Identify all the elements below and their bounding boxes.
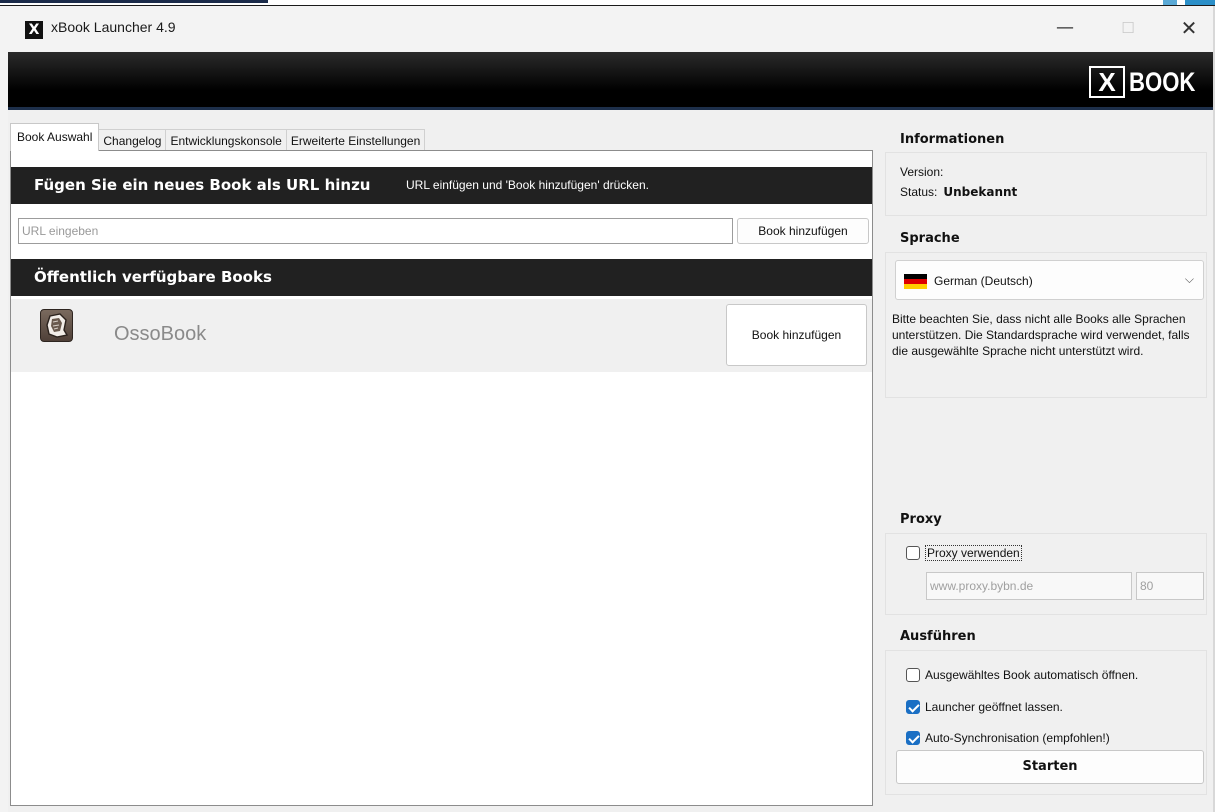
desktop-left-edge [0, 6, 8, 812]
use-proxy-label: Proxy verwenden [925, 545, 1022, 561]
language-heading: Sprache [900, 231, 960, 246]
proxy-heading: Proxy [900, 512, 942, 527]
keep-launcher-open-checkbox[interactable]: Launcher geöffnet lassen. [906, 700, 1063, 714]
auto-open-label: Ausgewähltes Book automatisch öffnen. [925, 668, 1139, 682]
xbook-app-icon: X [25, 21, 43, 39]
logo-text: BOOK [1129, 66, 1196, 97]
tab-bar: Book Auswahl Changelog Entwicklungskonso… [10, 123, 426, 151]
checkbox-box[interactable] [906, 700, 920, 714]
info-box [885, 152, 1207, 216]
header-banner: X BOOK [8, 52, 1213, 110]
book-selection-panel: Fügen Sie ein neues Book als URL hinzu U… [10, 150, 873, 806]
xbook-logo: X BOOK [1089, 65, 1210, 99]
language-note: Bitte beachten Sie, dass nicht alle Book… [892, 312, 1190, 358]
german-flag-icon [904, 274, 927, 289]
selected-language: German (Deutsch) [934, 274, 1033, 288]
status-label: Status: [900, 185, 938, 199]
add-url-title: Fügen Sie ein neues Book als URL hinzu [34, 176, 371, 194]
add-url-book-button[interactable]: Book hinzufügen [737, 218, 869, 244]
book-list-item[interactable]: OssoBook Book hinzufügen [11, 299, 872, 372]
proxy-port-input[interactable]: 80 [1136, 572, 1204, 600]
proxy-host-input[interactable]: www.proxy.bybn.de [926, 572, 1132, 600]
use-proxy-checkbox[interactable]: Proxy verwenden [906, 545, 1022, 561]
status-value: Unbekannt [943, 185, 1018, 199]
background-icon [1185, 0, 1215, 5]
checkbox-box[interactable] [906, 731, 920, 745]
add-url-hint: URL einfügen und 'Book hinzufügen' drück… [406, 178, 649, 192]
close-button[interactable]: ✕ [1174, 16, 1204, 40]
run-heading: Ausführen [900, 629, 976, 644]
minimize-button[interactable]: — [1050, 16, 1080, 40]
maximize-button[interactable]: ☐ [1113, 16, 1143, 40]
auto-open-checkbox[interactable]: Ausgewähltes Book automatisch öffnen. [906, 668, 1138, 682]
checkbox-box[interactable] [906, 546, 920, 560]
keep-launcher-open-label: Launcher geöffnet lassen. [925, 700, 1063, 714]
add-url-header: Fügen Sie ein neues Book als URL hinzu U… [11, 167, 872, 204]
background-icon [1163, 0, 1177, 5]
version-label: Version: [900, 165, 944, 179]
auto-sync-label: Auto-Synchronisation (empfohlen!) [925, 731, 1110, 745]
logo-x-mark: X [1089, 66, 1125, 98]
start-button[interactable]: Starten [896, 750, 1204, 784]
title-bar[interactable]: X xBook Launcher 4.9 — ☐ ✕ [8, 6, 1213, 52]
tab-entwicklungskonsole[interactable]: Entwicklungskonsole [165, 129, 287, 151]
tab-erweiterte-einstellungen[interactable]: Erweiterte Einstellungen [285, 129, 426, 151]
book-name: OssoBook [114, 323, 207, 345]
add-book-button[interactable]: Book hinzufügen [726, 304, 867, 366]
window-title: xBook Launcher 4.9 [51, 19, 176, 35]
auto-sync-checkbox[interactable]: Auto-Synchronisation (empfohlen!) [906, 731, 1110, 745]
checkbox-box[interactable] [906, 668, 920, 682]
tab-book-auswahl[interactable]: Book Auswahl [10, 123, 100, 151]
ossobook-icon [40, 309, 73, 342]
info-heading: Informationen [900, 132, 1005, 147]
public-books-header: Öffentlich verfügbare Books [11, 259, 872, 296]
status-row: Status: Unbekannt [900, 185, 1017, 199]
public-books-title: Öffentlich verfügbare Books [34, 268, 272, 286]
language-dropdown[interactable]: German (Deutsch) ⌵ [895, 260, 1204, 300]
background-window-strip [0, 0, 268, 3]
tab-changelog[interactable]: Changelog [98, 129, 167, 151]
url-input[interactable]: URL eingeben [18, 218, 733, 244]
chevron-down-icon: ⌵ [1184, 272, 1194, 286]
